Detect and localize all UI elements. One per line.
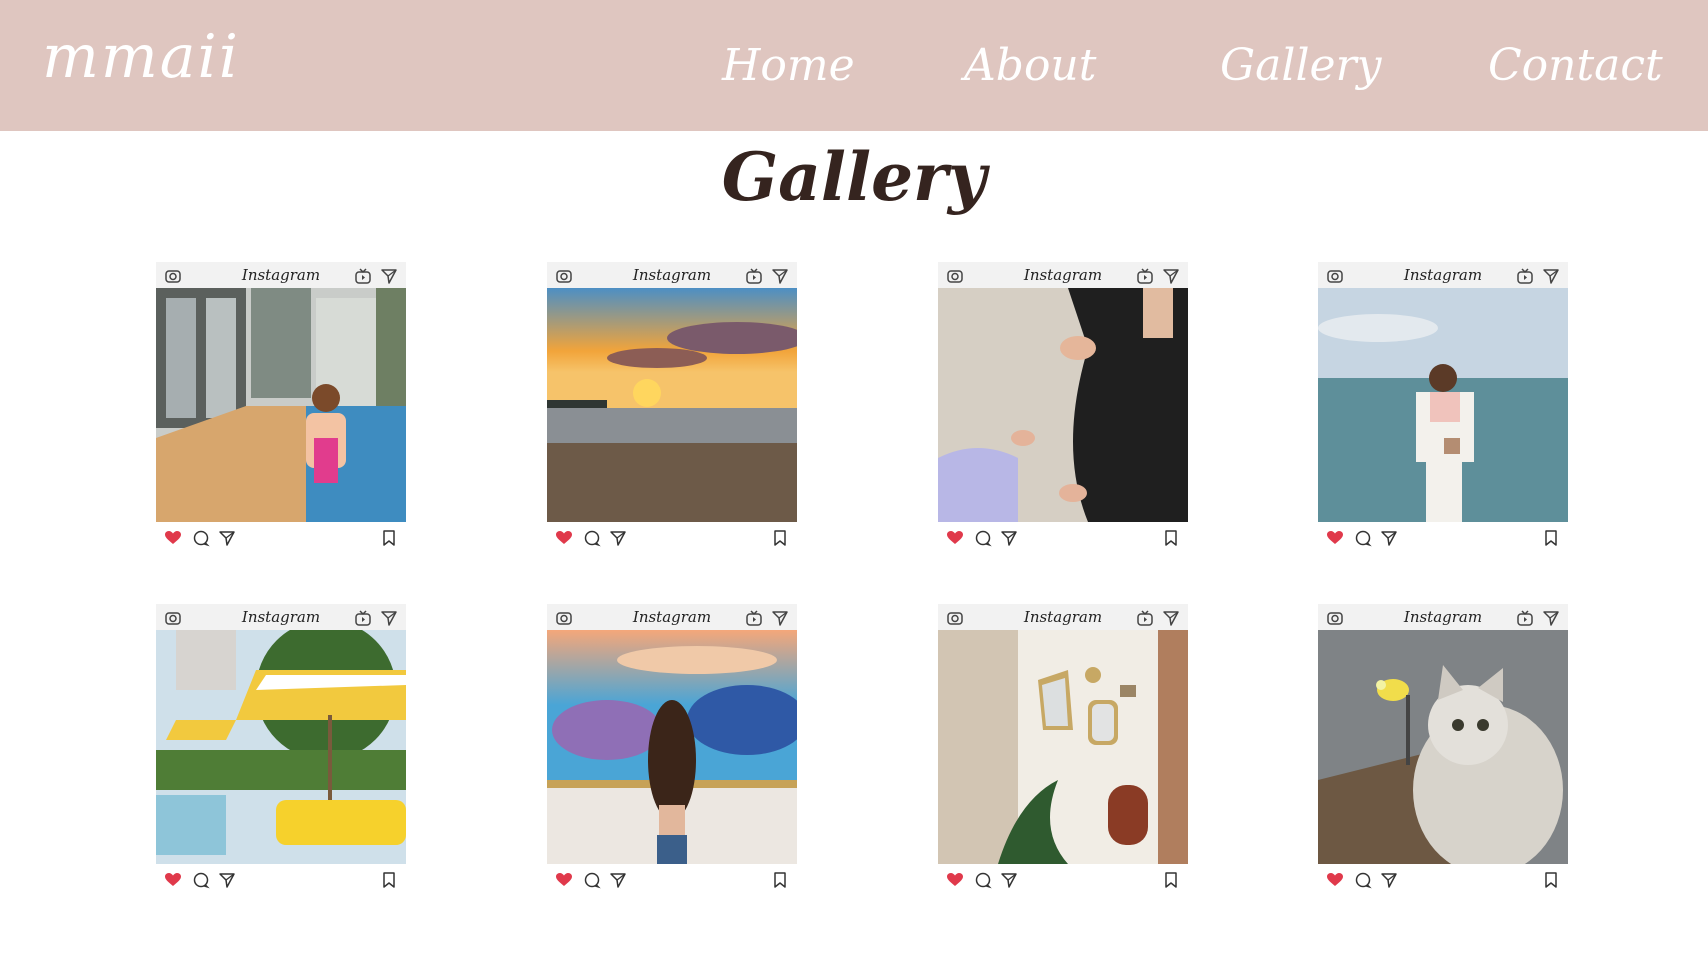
heart-icon[interactable] — [946, 871, 964, 893]
top-navbar: mmaii Home About Gallery Contact — [0, 0, 1708, 131]
comment-icon[interactable] — [192, 871, 210, 893]
comment-icon[interactable] — [974, 529, 992, 551]
send-icon[interactable] — [1000, 529, 1018, 551]
send-icon[interactable] — [771, 267, 789, 289]
send-icon[interactable] — [218, 529, 236, 551]
post-header: Instagram — [547, 262, 797, 288]
heart-icon[interactable] — [555, 529, 573, 551]
post-photo[interactable] — [938, 630, 1188, 864]
instagram-post-card[interactable]: Instagram — [938, 262, 1188, 552]
bookmark-icon[interactable] — [1162, 529, 1180, 551]
instagram-post-card[interactable]: Instagram — [547, 604, 797, 894]
igtv-icon[interactable] — [354, 609, 372, 631]
igtv-icon[interactable] — [1136, 267, 1154, 289]
comment-icon[interactable] — [192, 529, 210, 551]
post-header: Instagram — [938, 262, 1188, 288]
heart-icon[interactable] — [164, 529, 182, 551]
instagram-post-card[interactable]: Instagram — [1318, 604, 1568, 894]
post-photo[interactable] — [547, 288, 797, 522]
heart-icon[interactable] — [1326, 529, 1344, 551]
post-header: Instagram — [156, 604, 406, 630]
post-header: Instagram — [1318, 262, 1568, 288]
post-photo[interactable] — [156, 288, 406, 522]
comment-icon[interactable] — [1354, 529, 1372, 551]
igtv-icon[interactable] — [1516, 267, 1534, 289]
instagram-post-card[interactable]: Instagram — [1318, 262, 1568, 552]
post-actions — [156, 526, 406, 550]
comment-icon[interactable] — [1354, 871, 1372, 893]
bookmark-icon[interactable] — [1542, 871, 1560, 893]
instagram-post-card[interactable]: Instagram — [547, 262, 797, 552]
send-icon[interactable] — [771, 609, 789, 631]
send-icon[interactable] — [1542, 267, 1560, 289]
bookmark-icon[interactable] — [380, 529, 398, 551]
send-icon[interactable] — [1162, 609, 1180, 631]
bookmark-icon[interactable] — [771, 529, 789, 551]
comment-icon[interactable] — [974, 871, 992, 893]
send-icon[interactable] — [1380, 529, 1398, 551]
bookmark-icon[interactable] — [380, 871, 398, 893]
post-actions — [547, 868, 797, 892]
nav-link-home[interactable]: Home — [722, 40, 855, 91]
send-icon[interactable] — [1162, 267, 1180, 289]
send-icon[interactable] — [380, 267, 398, 289]
comment-icon[interactable] — [583, 529, 601, 551]
send-icon[interactable] — [380, 609, 398, 631]
send-icon[interactable] — [1380, 871, 1398, 893]
page-title: Gallery — [721, 138, 987, 216]
igtv-icon[interactable] — [1516, 609, 1534, 631]
bookmark-icon[interactable] — [1542, 529, 1560, 551]
heart-icon[interactable] — [946, 529, 964, 551]
post-actions — [1318, 526, 1568, 550]
post-actions — [938, 868, 1188, 892]
post-actions — [156, 868, 406, 892]
igtv-icon[interactable] — [354, 267, 372, 289]
post-actions — [938, 526, 1188, 550]
heart-icon[interactable] — [164, 871, 182, 893]
post-photo[interactable] — [1318, 630, 1568, 864]
post-photo[interactable] — [938, 288, 1188, 522]
igtv-icon[interactable] — [745, 267, 763, 289]
heart-icon[interactable] — [1326, 871, 1344, 893]
send-icon[interactable] — [609, 529, 627, 551]
heart-icon[interactable] — [555, 871, 573, 893]
post-header: Instagram — [156, 262, 406, 288]
comment-icon[interactable] — [583, 871, 601, 893]
bookmark-icon[interactable] — [771, 871, 789, 893]
send-icon[interactable] — [1542, 609, 1560, 631]
instagram-post-card[interactable]: Instagram — [156, 604, 406, 894]
igtv-icon[interactable] — [745, 609, 763, 631]
send-icon[interactable] — [1000, 871, 1018, 893]
site-logo[interactable]: mmaii — [42, 22, 240, 92]
post-header: Instagram — [547, 604, 797, 630]
nav-link-gallery[interactable]: Gallery — [1220, 40, 1381, 91]
send-icon[interactable] — [218, 871, 236, 893]
post-photo[interactable] — [547, 630, 797, 864]
post-actions — [1318, 868, 1568, 892]
igtv-icon[interactable] — [1136, 609, 1154, 631]
send-icon[interactable] — [609, 871, 627, 893]
post-header: Instagram — [1318, 604, 1568, 630]
instagram-post-card[interactable]: Instagram — [156, 262, 406, 552]
instagram-post-card[interactable]: Instagram — [938, 604, 1188, 894]
nav-link-contact[interactable]: Contact — [1488, 40, 1663, 91]
post-photo[interactable] — [1318, 288, 1568, 522]
nav-link-about[interactable]: About — [964, 40, 1096, 91]
post-actions — [547, 526, 797, 550]
post-photo[interactable] — [156, 630, 406, 864]
bookmark-icon[interactable] — [1162, 871, 1180, 893]
post-header: Instagram — [938, 604, 1188, 630]
